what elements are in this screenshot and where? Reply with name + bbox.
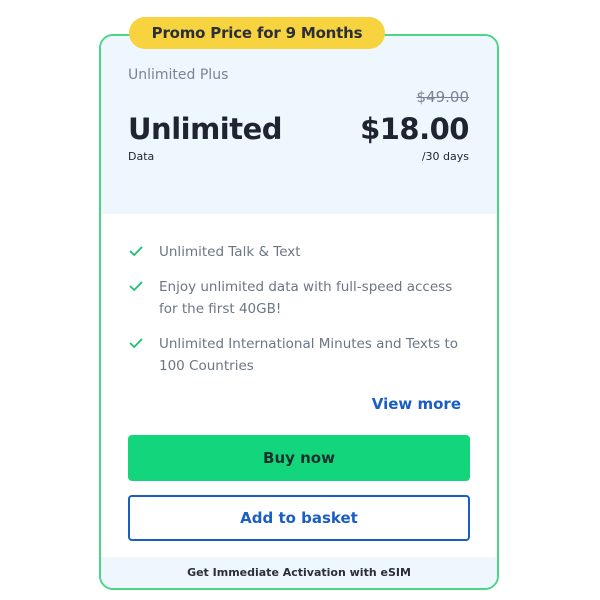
feature-text: Unlimited International Minutes and Text… <box>159 336 459 374</box>
feature-item: Unlimited International Minutes and Text… <box>128 333 473 377</box>
feature-item: Unlimited Talk & Text <box>128 241 473 263</box>
add-to-basket-button[interactable]: Add to basket <box>128 495 470 541</box>
feature-item: Enjoy unlimited data with full-speed acc… <box>128 276 473 320</box>
view-more-link[interactable]: View more <box>372 395 461 413</box>
check-icon <box>129 246 143 256</box>
feature-list: Unlimited Talk & Text Enjoy unlimited da… <box>128 241 473 390</box>
feature-text: Unlimited Talk & Text <box>159 244 301 260</box>
plan-title: Unlimited <box>128 112 283 146</box>
feature-text: Enjoy unlimited data with full-speed acc… <box>159 279 453 317</box>
esim-footer: Get Immediate Activation with eSIM <box>101 557 497 588</box>
check-icon <box>129 338 143 348</box>
plan-subtitle: Data <box>128 150 155 163</box>
promo-price: $18.00 <box>360 112 469 146</box>
plan-card: Unlimited Plus Unlimited Data $49.00 $18… <box>99 17 499 590</box>
billing-period: /30 days <box>421 150 469 163</box>
plan-name: Unlimited Plus <box>128 67 229 83</box>
plan-header: Unlimited Plus Unlimited Data $49.00 $18… <box>101 36 497 214</box>
buy-now-button[interactable]: Buy now <box>128 435 470 481</box>
check-icon <box>129 281 143 291</box>
original-price: $49.00 <box>416 88 470 106</box>
promo-badge: Promo Price for 9 Months <box>129 17 385 49</box>
